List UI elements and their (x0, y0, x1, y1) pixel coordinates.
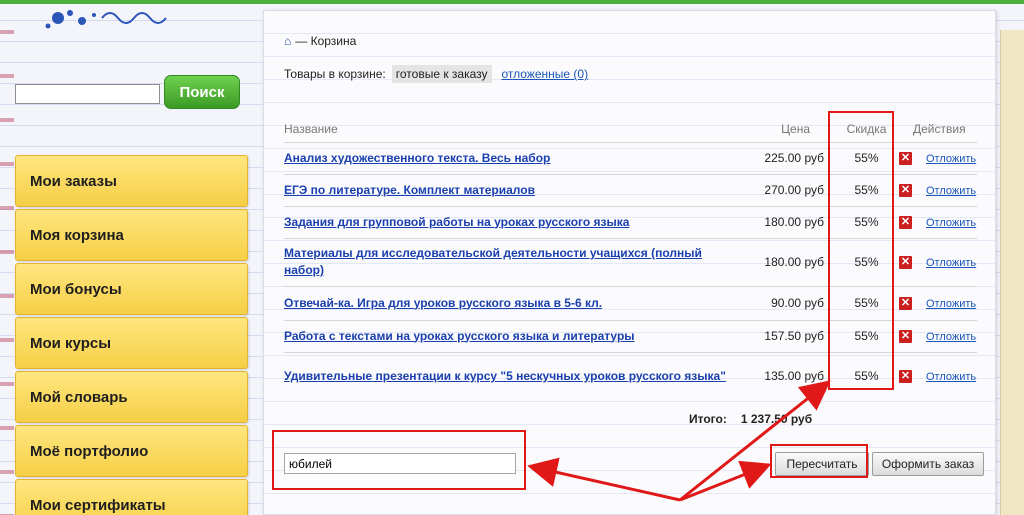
annotation-arrows (527, 380, 831, 502)
